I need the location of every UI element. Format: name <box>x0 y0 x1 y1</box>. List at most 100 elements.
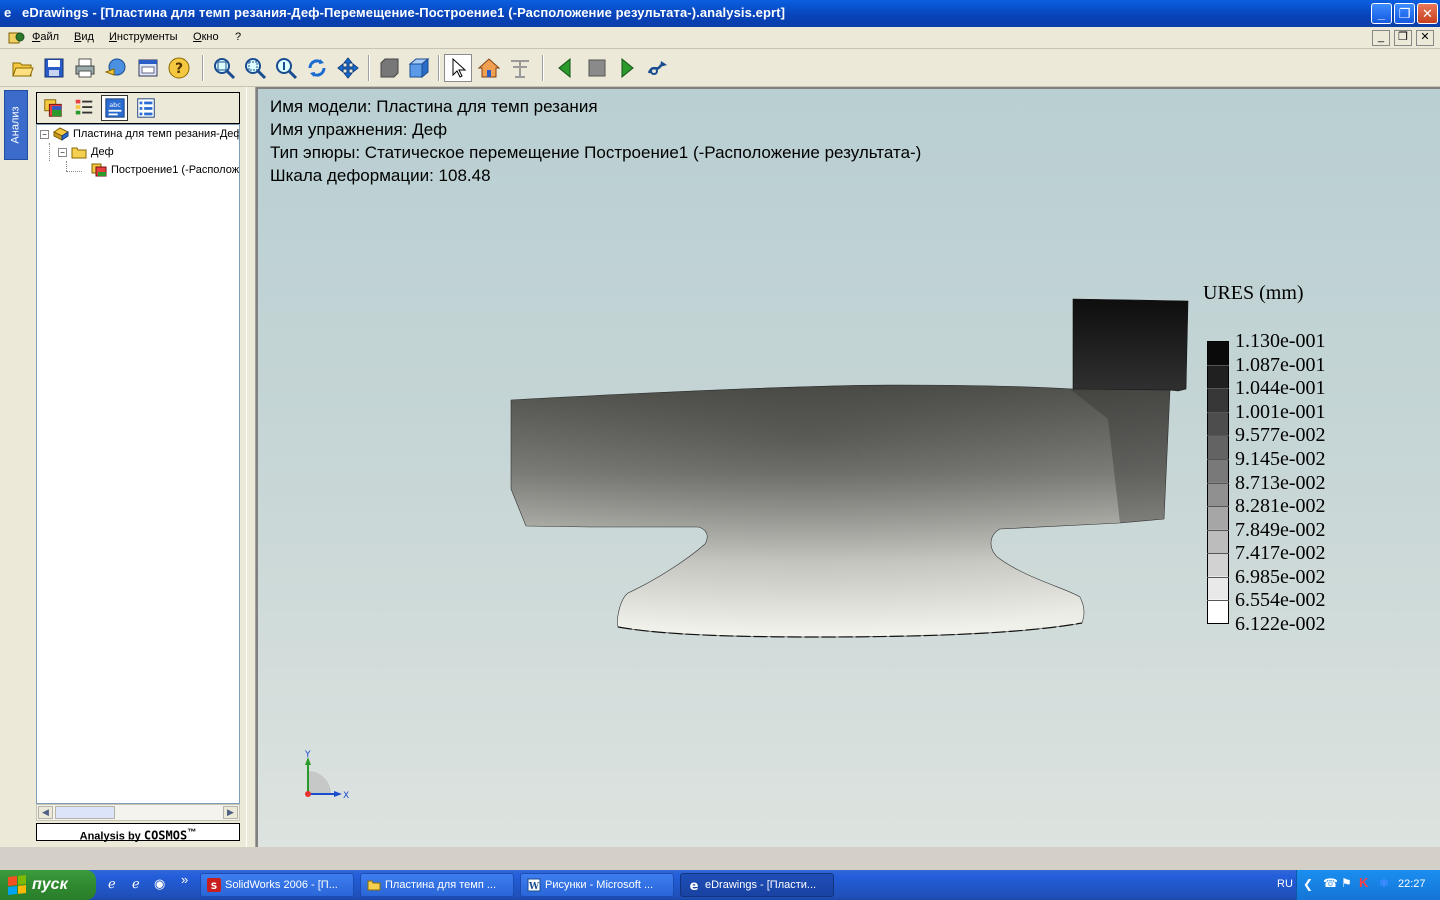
tray-bluetooth-icon[interactable]: ✱ <box>1379 876 1389 890</box>
analysis-tree: − Пластина для темп резания-Деф − Деф Пост… <box>36 124 240 804</box>
select-icon <box>452 57 467 78</box>
tree-item-plot[interactable]: Построение1 (-Располож <box>91 161 239 179</box>
tab-analysis[interactable]: Анализ <box>4 90 28 160</box>
task-folder[interactable]: Пластина для темп ... <box>360 873 514 897</box>
next-icon <box>621 57 634 79</box>
legend-value: 8.281e-002 <box>1235 495 1326 518</box>
scroll-thumb[interactable] <box>55 806 115 819</box>
zoom-area-icon <box>245 58 267 80</box>
perspective-button[interactable] <box>405 54 433 82</box>
legend-value: 6.985e-002 <box>1235 565 1326 588</box>
word-icon: W <box>527 878 541 892</box>
axis-y-label: Y <box>304 750 311 760</box>
select-button[interactable] <box>444 54 472 82</box>
task-word[interactable]: W Рисунки - Microsoft ... <box>520 873 674 897</box>
task-edrawings[interactable]: e eDrawings - [Пласти... <box>680 873 834 897</box>
doc-minimize-button[interactable]: _ <box>1372 30 1390 46</box>
language-indicator[interactable]: RU <box>1277 878 1293 890</box>
tray-expand-icon[interactable]: ❮ <box>1303 877 1313 891</box>
zoom-fit-icon <box>214 58 236 80</box>
animate-button[interactable] <box>644 54 672 82</box>
clock: 22:27 <box>1398 878 1426 890</box>
cosmos-trademark: ™ <box>187 827 197 837</box>
toolbar: ? <box>0 49 1440 87</box>
scroll-left-button[interactable]: ◀ <box>38 806 53 819</box>
panel-tab-list[interactable] <box>70 95 97 121</box>
menu-file[interactable]: Файл <box>32 31 59 43</box>
solidworks-icon: S <box>207 878 221 892</box>
feature-manager-panel: abc − Пластина для темп резания-Деф − Деф … <box>30 87 246 847</box>
panel-tab-properties[interactable] <box>132 95 159 121</box>
shaded-button[interactable] <box>375 54 403 82</box>
menu-window[interactable]: Окно <box>193 31 219 43</box>
doc-restore-button[interactable]: ❐ <box>1394 30 1412 46</box>
graphics-viewport[interactable]: Имя модели: Пластина для темп резания Им… <box>256 87 1440 847</box>
tree-item-label: Построение1 (-Располож <box>111 164 240 176</box>
home-button[interactable] <box>475 54 503 82</box>
quicklaunch-more-button[interactable]: » <box>181 872 188 887</box>
panel-tab-annotations[interactable]: abc <box>101 95 128 121</box>
previous-button[interactable] <box>551 54 579 82</box>
legend-value: 9.577e-002 <box>1235 424 1326 447</box>
task-solidworks[interactable]: S SolidWorks 2006 - [П... <box>200 873 354 897</box>
zoom-button[interactable] <box>272 54 300 82</box>
scroll-right-button[interactable]: ▶ <box>223 806 238 819</box>
zoom-fit-button[interactable] <box>210 54 238 82</box>
folder-icon <box>367 880 381 891</box>
tree-item-model[interactable]: − Пластина для темп резания-Деф <box>40 125 239 143</box>
print-icon <box>75 58 95 78</box>
restore-button[interactable]: ❐ <box>1394 3 1415 24</box>
panel-tab-analysis[interactable] <box>39 95 66 121</box>
svg-text:S: S <box>211 882 217 892</box>
pan-button[interactable] <box>334 54 362 82</box>
edrawings-icon: e <box>690 879 699 892</box>
send-button[interactable] <box>102 54 130 82</box>
help-button[interactable]: ? <box>165 54 193 82</box>
quicklaunch-edrawings-icon[interactable]: ℯ <box>132 876 140 892</box>
legend-tick <box>1207 364 1229 366</box>
document-icon[interactable] <box>8 30 26 45</box>
list-icon <box>75 99 92 115</box>
next-button[interactable] <box>613 54 641 82</box>
legend-tick <box>1207 576 1229 578</box>
quicklaunch-network-icon[interactable]: ◉ <box>154 876 165 892</box>
start-button[interactable]: пуск <box>0 870 96 900</box>
toolbar-separator <box>368 55 370 81</box>
menu-view[interactable]: Вид <box>74 31 94 43</box>
legend-value: 6.554e-002 <box>1235 589 1326 612</box>
edrawings-window: e eDrawings - [Пластина для темп резания… <box>0 0 1440 900</box>
options-button[interactable] <box>134 54 162 82</box>
tray-network-icon[interactable]: ☎ <box>1323 876 1338 890</box>
tray-antivirus-icon[interactable]: K <box>1359 875 1368 890</box>
tree-item-study[interactable]: − Деф <box>58 143 114 161</box>
rotate-button[interactable] <box>303 54 331 82</box>
quicklaunch-edrawings-icon[interactable]: ℯ <box>108 876 116 892</box>
toolbar-separator <box>438 55 440 81</box>
plot-icon <box>91 163 107 177</box>
home-icon <box>477 58 501 78</box>
axis-x-label: X <box>343 791 349 801</box>
svg-text:abc: abc <box>109 101 121 109</box>
tray-security-icon[interactable]: ⚑ <box>1341 876 1352 890</box>
collapse-toggle[interactable]: − <box>58 147 67 157</box>
tree-connector <box>66 171 82 172</box>
markup-icon <box>511 60 529 78</box>
open-button[interactable] <box>9 54 37 82</box>
tree-horizontal-scrollbar[interactable]: ◀ ▶ <box>36 804 240 821</box>
tree-connector <box>66 161 67 171</box>
stop-button[interactable] <box>583 54 611 82</box>
menu-tools[interactable]: Инструменты <box>109 31 178 43</box>
collapse-toggle[interactable]: − <box>40 129 49 139</box>
close-button[interactable]: ✕ <box>1417 3 1438 24</box>
panel-splitter[interactable] <box>246 87 256 847</box>
start-label: пуск <box>32 876 68 893</box>
legend-tick <box>1207 600 1229 602</box>
doc-close-button[interactable]: ✕ <box>1416 30 1434 46</box>
markup-button[interactable] <box>506 54 534 82</box>
zoom-area-button[interactable] <box>241 54 269 82</box>
minimize-button[interactable]: _ <box>1371 3 1392 24</box>
save-button[interactable] <box>40 54 68 82</box>
menu-help[interactable]: ? <box>235 31 241 43</box>
print-button[interactable] <box>71 54 99 82</box>
part-shading <box>511 385 1170 637</box>
